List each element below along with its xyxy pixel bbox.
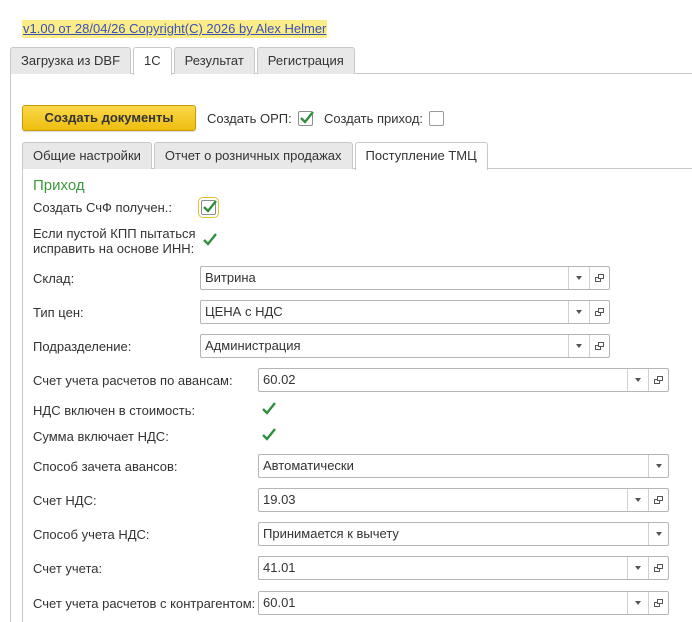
account-value: 41.01 (263, 560, 296, 575)
checkmark-icon (203, 200, 217, 213)
contractor-account-field[interactable]: 60.01 (258, 591, 669, 615)
main-panel-border (10, 73, 11, 622)
tab-1c[interactable]: 1С (133, 47, 172, 75)
checkmark-icon (300, 111, 314, 124)
fix-kpp-checkbox[interactable] (201, 233, 217, 248)
checkmark-icon (203, 233, 217, 246)
sum-includes-vat-checkbox[interactable] (260, 428, 276, 443)
checkmark-icon (262, 402, 276, 415)
warehouse-value: Витрина (205, 270, 256, 285)
vat-account-value: 19.03 (263, 492, 296, 507)
warehouse-field[interactable]: Витрина (200, 266, 610, 290)
open-form-icon[interactable] (589, 301, 609, 323)
tab-registration[interactable]: Регистрация (256, 47, 355, 74)
chevron-down-icon[interactable] (627, 489, 647, 511)
vat-method-select[interactable]: Принимается к вычету (258, 522, 669, 546)
price-type-label: Тип цен: (33, 305, 84, 320)
open-form-icon[interactable] (648, 592, 668, 614)
vat-account-label: Счет НДС: (33, 493, 97, 508)
warehouse-label: Склад: (33, 271, 75, 286)
contractor-account-label: Счет учета расчетов с контрагентом: (33, 596, 256, 611)
division-value: Администрация (205, 338, 301, 353)
main-tabs: Загрузка из DBF 1С Результат Регистрация (10, 47, 357, 75)
chevron-down-icon[interactable] (648, 455, 668, 477)
vat-in-cost-label: НДС включен в стоимость: (33, 403, 196, 418)
chevron-down-icon[interactable] (627, 592, 647, 614)
vat-method-value: Принимается к вычету (263, 526, 399, 541)
tab-dbf-import[interactable]: Загрузка из DBF (10, 47, 132, 74)
advance-account-field[interactable]: 60.02 (258, 368, 669, 392)
division-label: Подразделение: (33, 339, 132, 354)
vat-method-label: Способ учета НДС: (33, 527, 150, 542)
create-invoice-checkbox[interactable] (198, 197, 219, 218)
advance-offset-label: Способ зачета авансов: (33, 459, 178, 474)
create-income-checkbox[interactable] (429, 111, 444, 126)
advance-offset-select[interactable]: Автоматически (258, 454, 669, 478)
chevron-down-icon[interactable] (568, 267, 588, 289)
create-orp-checkbox[interactable] (298, 111, 314, 126)
price-type-field[interactable]: ЦЕНА с НДС (200, 300, 610, 324)
tab-general-settings[interactable]: Общие настройки (22, 142, 152, 169)
sub-panel-border (22, 168, 23, 622)
division-field[interactable]: Администрация (200, 334, 610, 358)
advance-account-label: Счет учета расчетов по авансам: (33, 373, 233, 388)
version-link[interactable]: v1.00 от 28/04/26 Copyright(C) 2026 by A… (22, 20, 328, 38)
chevron-down-icon[interactable] (568, 335, 588, 357)
tab-goods-receipt[interactable]: Поступление ТМЦ (354, 142, 488, 170)
tab-result[interactable]: Результат (173, 47, 255, 74)
fix-kpp-label-line1: Если пустой КПП пытаться (33, 226, 196, 241)
account-field[interactable]: 41.01 (258, 556, 669, 580)
contractor-account-value: 60.01 (263, 595, 296, 610)
fix-kpp-label-line2: исправить на основе ИНН: (33, 241, 195, 256)
open-form-icon[interactable] (648, 557, 668, 579)
checkmark-icon (262, 428, 276, 441)
chevron-down-icon[interactable] (568, 301, 588, 323)
open-form-icon[interactable] (589, 267, 609, 289)
advance-offset-value: Автоматически (263, 458, 354, 473)
create-income-label: Создать приход: (324, 111, 424, 126)
chevron-down-icon[interactable] (648, 523, 668, 545)
price-type-value: ЦЕНА с НДС (205, 304, 283, 319)
section-title: Приход (33, 177, 85, 194)
chevron-down-icon[interactable] (627, 557, 647, 579)
create-invoice-label: Создать СчФ получен.: (33, 200, 173, 215)
advance-account-value: 60.02 (263, 372, 296, 387)
open-form-icon[interactable] (648, 369, 668, 391)
create-documents-button[interactable]: Создать документы (22, 105, 196, 131)
vat-in-cost-checkbox[interactable] (260, 402, 276, 417)
create-orp-label: Создать ОРП: (207, 111, 292, 126)
chevron-down-icon[interactable] (627, 369, 647, 391)
account-label: Счет учета: (33, 561, 103, 576)
sum-includes-vat-label: Сумма включает НДС: (33, 429, 169, 444)
open-form-icon[interactable] (648, 489, 668, 511)
vat-account-field[interactable]: 19.03 (258, 488, 669, 512)
tab-retail-sales-report[interactable]: Отчет о розничных продажах (153, 142, 353, 169)
sub-tabs: Общие настройки Отчет о розничных продаж… (22, 142, 490, 170)
open-form-icon[interactable] (589, 335, 609, 357)
